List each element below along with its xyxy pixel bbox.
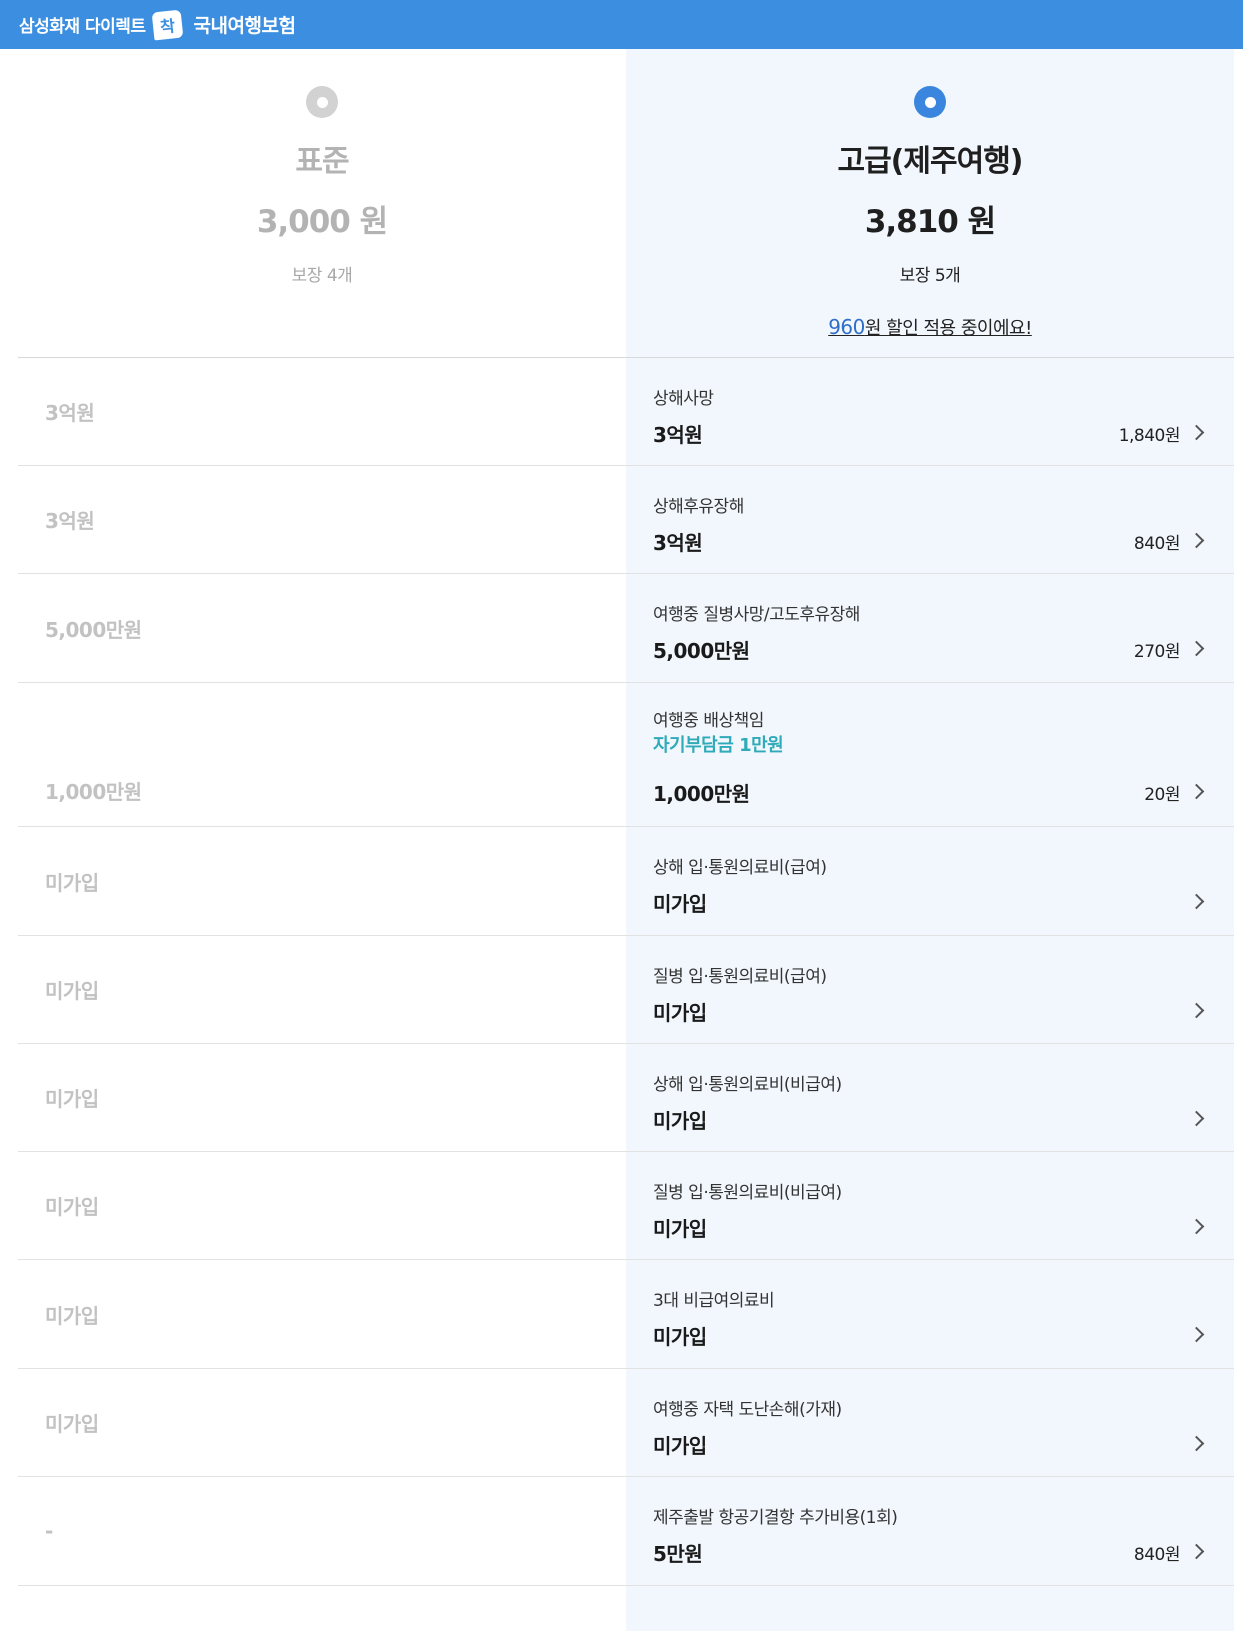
coverage-detail-link[interactable]: 상해 입·통원의료비(급여) 미가입	[626, 827, 1234, 935]
coverage-name: 질병 입·통원의료비(급여)	[653, 967, 827, 987]
coverage-detail-link[interactable]: 3대 비급여의료비미가입	[626, 1260, 1234, 1368]
coverage-name: 여행중 자택 도난손해(가재)	[653, 1400, 842, 1420]
coverage-row: 1,000만원 여행중 배상책임자기부담금 1만원 1,000만원 20원	[18, 683, 1234, 827]
coverage-detail-link[interactable]: 여행중 배상책임자기부담금 1만원 1,000만원 20원	[626, 683, 1234, 826]
plan-name: 고급(제주여행)	[837, 144, 1023, 179]
plan-selector: 표준 3,000 원 보장 4개 고급(제주여행) 3,810 원 보장 5개 …	[18, 49, 1234, 358]
plan-coverage-count: 보장 4개	[291, 266, 353, 286]
coverage-row: 3억원 상해사망 3억원 1,840원	[18, 358, 1234, 466]
standard-plan-amount: 3억원	[45, 401, 95, 425]
coverage-list: 3억원 상해사망 3억원 1,840원 3억원 상해후유장해 3억원 840원 5,000만원 여…	[18, 358, 1234, 1586]
coverage-row: 3억원 상해후유장해 3억원 840원	[18, 466, 1234, 574]
standard-plan-amount: 미가입	[45, 1412, 99, 1436]
coverage-name: 상해사망	[653, 389, 714, 409]
discount-notice: 960원 할인 적용 중이에요!	[626, 314, 1234, 340]
coverage-amount: 미가입	[653, 892, 707, 916]
plan-coverage-count: 보장 5개	[899, 266, 961, 286]
coverage-name: 상해 입·통원의료비(급여)	[653, 858, 827, 878]
plan-comparison: 표준 3,000 원 보장 4개 고급(제주여행) 3,810 원 보장 5개 …	[18, 49, 1234, 1631]
coverage-row: 미가입 질병 입·통원의료비(급여) 미가입	[18, 936, 1234, 1044]
standard-plan-amount: 5,000만원	[45, 617, 142, 642]
standard-plan-amount: 미가입	[45, 1087, 99, 1111]
coverage-row: 미가입 여행중 자택 도난손해(가재) 미가입	[18, 1369, 1234, 1477]
coverage-amount: 3억원	[653, 531, 703, 555]
coverage-amount: 미가입	[653, 1109, 707, 1133]
coverage-detail-link[interactable]: 상해 입·통원의료비(비급여) 미가입	[626, 1044, 1234, 1151]
coverage-amount: 미가입	[653, 1325, 707, 1349]
plan-price: 3,810 원	[864, 204, 996, 240]
coverage-amount: 5,000만원	[653, 639, 750, 663]
coverage-detail-link[interactable]: 여행중 자택 도난손해(가재) 미가입	[626, 1369, 1234, 1476]
coverage-premium: 270원	[1133, 642, 1181, 662]
coverage-name: 상해 입·통원의료비(비급여)	[653, 1075, 842, 1095]
coverage-premium: 1,840원	[1118, 426, 1181, 446]
coverage-detail-link[interactable]: 여행중 질병사망/고도후유장해 5,000만원 270원	[626, 574, 1234, 682]
standard-plan-amount: 3억원	[45, 509, 95, 533]
standard-plan-amount: 미가입	[45, 979, 99, 1003]
coverage-row: - 제주출발 항공기결항 추가비용(1회) 5만원 840원	[18, 1477, 1234, 1586]
coverage-detail-link[interactable]: 상해사망 3억원 1,840원	[626, 358, 1234, 465]
coverage-amount: 3억원	[653, 423, 703, 447]
coverage-name: 3대 비급여의료비	[653, 1291, 775, 1311]
coverage-row: 5,000만원 여행중 질병사망/고도후유장해 5,000만원 270원	[18, 574, 1234, 683]
chevron-right-icon[interactable]	[1188, 1110, 1205, 1127]
coverage-row: 미가입 질병 입·통원의료비(비급여) 미가입	[18, 1152, 1234, 1260]
chevron-right-icon[interactable]	[1188, 893, 1205, 910]
chevron-right-icon[interactable]	[1188, 783, 1205, 800]
radio-unselected-icon[interactable]	[306, 86, 338, 118]
chevron-right-icon[interactable]	[1188, 532, 1205, 549]
plan-option-premium[interactable]: 고급(제주여행) 3,810 원 보장 5개 960원 할인 적용 중이에요!	[626, 49, 1234, 357]
coverage-amount: 5만원	[653, 1542, 703, 1566]
coverage-premium: 20원	[1144, 785, 1180, 805]
coverage-premium: 840원	[1133, 1545, 1181, 1565]
app-header: 삼성화재 다이렉트 착 국내여행보험	[0, 0, 1243, 49]
chevron-right-icon[interactable]	[1188, 424, 1205, 441]
coverage-detail-link[interactable]: 상해후유장해 3억원 840원	[626, 466, 1234, 573]
coverage-deductible-note: 자기부담금 1만원	[653, 735, 784, 756]
standard-plan-amount: -	[45, 1519, 53, 1543]
coverage-amount: 미가입	[653, 1217, 707, 1241]
coverage-row: 미가입 3대 비급여의료비 미가입	[18, 1260, 1234, 1369]
plan-option-standard[interactable]: 표준 3,000 원 보장 4개	[18, 49, 626, 357]
standard-plan-amount: 미가입	[45, 870, 99, 895]
brand-name: 삼성화재 다이렉트	[19, 17, 146, 37]
chevron-right-icon[interactable]	[1188, 1218, 1205, 1235]
coverage-detail-link[interactable]: 질병 입·통원의료비(급여) 미가입	[626, 936, 1234, 1043]
plan-price: 3,000 원	[256, 204, 388, 240]
standard-plan-amount: 미가입	[45, 1303, 99, 1328]
brand-logo-icon: 착	[151, 9, 183, 40]
chevron-right-icon[interactable]	[1188, 1543, 1205, 1560]
chevron-right-icon[interactable]	[1188, 1435, 1205, 1452]
plan-name: 표준	[295, 144, 349, 179]
coverage-amount: 미가입	[653, 1434, 707, 1458]
standard-plan-amount: 미가입	[45, 1195, 99, 1219]
coverage-detail-link[interactable]: 질병 입·통원의료비(비급여) 미가입	[626, 1152, 1234, 1259]
coverage-detail-link[interactable]: 제주출발 항공기결항 추가비용(1회) 5만원 840원	[626, 1477, 1234, 1585]
chevron-right-icon[interactable]	[1188, 1002, 1205, 1019]
chevron-right-icon[interactable]	[1188, 1326, 1205, 1343]
coverage-name: 질병 입·통원의료비(비급여)	[653, 1183, 842, 1203]
product-title: 국내여행보험	[193, 15, 296, 37]
coverage-row: 미가입 상해 입·통원의료비(급여) 미가입	[18, 827, 1234, 936]
coverage-name: 상해후유장해	[653, 497, 744, 517]
coverage-amount: 1,000만원	[653, 782, 750, 806]
coverage-premium: 840원	[1133, 534, 1181, 554]
coverage-row: 미가입 상해 입·통원의료비(비급여) 미가입	[18, 1044, 1234, 1152]
coverage-name: 여행중 배상책임	[653, 711, 764, 731]
discount-text: 원 할인 적용 중이에요!	[864, 318, 1032, 339]
coverage-amount: 미가입	[653, 1001, 707, 1025]
coverage-name: 여행중 질병사망/고도후유장해	[653, 605, 860, 625]
chevron-right-icon[interactable]	[1188, 640, 1205, 657]
radio-selected-icon[interactable]	[914, 86, 946, 118]
coverage-name: 제주출발 항공기결항 추가비용(1회)	[653, 1508, 898, 1528]
standard-plan-amount: 1,000만원	[45, 780, 142, 804]
discount-amount: 960	[828, 315, 865, 339]
